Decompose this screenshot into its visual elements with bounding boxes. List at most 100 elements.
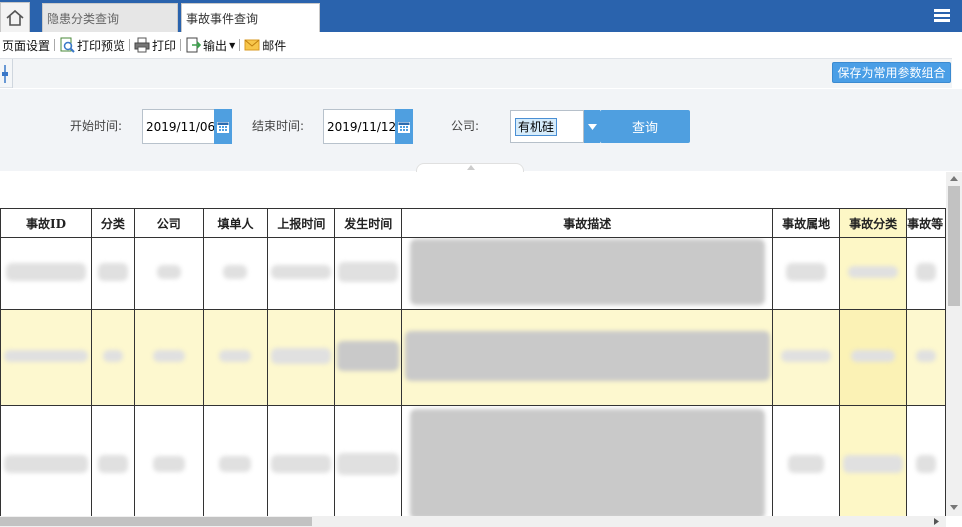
tab-hazard-category-query[interactable]: 隐患分类查询 bbox=[42, 3, 178, 32]
column-header[interactable]: 事故ID bbox=[0, 208, 92, 238]
table-cell-redacted bbox=[267, 309, 336, 406]
table-cell-redacted bbox=[906, 237, 946, 310]
column-header[interactable]: 填单人 bbox=[202, 208, 269, 238]
params-bar-content bbox=[12, 59, 952, 88]
table-cell-redacted bbox=[772, 309, 841, 406]
scroll-down-icon[interactable] bbox=[950, 505, 958, 510]
table-cell-redacted bbox=[906, 405, 946, 516]
params-bar bbox=[0, 58, 952, 88]
scroll-up-icon[interactable] bbox=[950, 176, 958, 181]
chevron-down-icon: ▼ bbox=[229, 40, 236, 50]
tab-label: 隐患分类查询 bbox=[47, 11, 120, 26]
table-cell-redacted bbox=[0, 309, 92, 406]
column-header[interactable]: 事故描述 bbox=[401, 208, 774, 238]
page-setup-button[interactable]: 页面设置 bbox=[0, 35, 52, 55]
mail-button[interactable]: 邮件 bbox=[242, 35, 288, 55]
scroll-right-icon[interactable] bbox=[934, 518, 939, 525]
app-window: 隐患分类查询 事故事件查询 页面设置 打印预览 打印 输出 ▼ 邮件 保存为常用… bbox=[0, 0, 962, 527]
column-header[interactable]: 事故等 bbox=[906, 208, 946, 238]
table-row[interactable] bbox=[0, 405, 946, 516]
table-cell-redacted bbox=[839, 405, 908, 516]
horizontal-scroll-thumb[interactable] bbox=[0, 517, 312, 526]
print-preview-icon bbox=[60, 37, 75, 53]
toolbar-divider bbox=[129, 39, 131, 51]
results-table: 事故ID 分类 公司 填单人 上报时间 发生时间 事故描述 事故属地 事故分类 … bbox=[0, 208, 946, 516]
vertical-scrollbar[interactable] bbox=[946, 172, 962, 516]
table-cell-redacted bbox=[334, 405, 403, 516]
column-header[interactable]: 上报时间 bbox=[267, 208, 336, 238]
start-date-field[interactable]: 2019/11/06 bbox=[142, 109, 216, 144]
print-label: 打印 bbox=[152, 38, 177, 53]
export-label: 输出 bbox=[203, 38, 228, 53]
column-header[interactable]: 公司 bbox=[133, 208, 204, 238]
table-cell-redacted bbox=[772, 237, 841, 310]
results-grid: 事故ID 分类 公司 填单人 上报时间 发生时间 事故描述 事故属地 事故分类 … bbox=[0, 172, 946, 516]
table-cell-redacted bbox=[839, 237, 908, 310]
chevron-down-icon bbox=[587, 123, 597, 130]
tab-accident-event-query[interactable]: 事故事件查询 bbox=[181, 3, 320, 32]
calendar-icon bbox=[217, 121, 229, 133]
table-cell-redacted bbox=[202, 309, 269, 406]
menu-icon[interactable] bbox=[934, 9, 950, 23]
print-preview-button[interactable]: 打印预览 bbox=[57, 35, 127, 55]
page-setup-label: 页面设置 bbox=[2, 38, 51, 53]
toolbar: 页面设置 打印预览 打印 输出 ▼ 邮件 bbox=[0, 32, 962, 58]
horizontal-scrollbar[interactable] bbox=[0, 516, 946, 527]
export-icon bbox=[186, 37, 202, 53]
toolbar-divider bbox=[239, 39, 241, 51]
toolbar-divider bbox=[54, 39, 56, 51]
start-time-label: 开始时间: bbox=[70, 119, 123, 133]
table-cell-redacted bbox=[401, 237, 774, 310]
chevron-up-icon bbox=[467, 165, 475, 170]
home-button[interactable] bbox=[0, 2, 30, 32]
start-date-picker-button[interactable] bbox=[214, 109, 232, 144]
table-cell-redacted bbox=[839, 309, 908, 406]
export-button[interactable]: 输出 ▼ bbox=[183, 35, 237, 55]
save-params-label: 保存为常用参数组合 bbox=[837, 66, 946, 80]
table-cell-redacted bbox=[90, 237, 135, 310]
query-button[interactable]: 查询 bbox=[600, 110, 690, 143]
end-date-picker-button[interactable] bbox=[395, 109, 413, 144]
table-row[interactable] bbox=[0, 237, 946, 310]
table-cell-redacted bbox=[401, 309, 774, 406]
table-cell-redacted bbox=[906, 309, 946, 406]
table-cell-redacted bbox=[202, 405, 269, 516]
table-cell-redacted bbox=[202, 237, 269, 310]
end-date-field[interactable]: 2019/11/12 bbox=[323, 109, 397, 144]
table-cell-redacted bbox=[267, 405, 336, 516]
print-preview-label: 打印预览 bbox=[77, 38, 126, 53]
table-cell-redacted bbox=[772, 405, 841, 516]
company-label: 公司: bbox=[451, 119, 480, 133]
table-cell-redacted bbox=[401, 405, 774, 516]
mail-label: 邮件 bbox=[262, 38, 287, 53]
mail-icon bbox=[244, 39, 260, 51]
end-date-value: 2019/11/12 bbox=[327, 119, 397, 134]
tab-bar: 隐患分类查询 事故事件查询 bbox=[0, 0, 962, 32]
company-select[interactable]: 有机硅 bbox=[510, 110, 584, 143]
print-button[interactable]: 打印 bbox=[132, 35, 178, 55]
column-header[interactable]: 事故属地 bbox=[772, 208, 841, 238]
tab-label: 事故事件查询 bbox=[186, 11, 259, 26]
company-dropdown-button[interactable] bbox=[584, 110, 600, 143]
table-row-selected[interactable] bbox=[0, 309, 946, 406]
start-date-value: 2019/11/06 bbox=[146, 119, 216, 134]
table-cell-redacted bbox=[334, 309, 403, 406]
column-header[interactable]: 分类 bbox=[90, 208, 135, 238]
home-icon bbox=[6, 9, 24, 26]
query-label: 查询 bbox=[631, 121, 658, 136]
splitter-handle-icon[interactable] bbox=[1, 65, 9, 83]
vertical-scroll-thumb[interactable] bbox=[948, 186, 960, 306]
table-cell-redacted bbox=[0, 405, 92, 516]
end-time-label: 结束时间: bbox=[252, 119, 305, 133]
table-cell-redacted bbox=[133, 237, 204, 310]
save-params-combo-button[interactable]: 保存为常用参数组合 bbox=[832, 62, 951, 83]
table-cell-redacted bbox=[133, 405, 204, 516]
company-selected-value: 有机硅 bbox=[515, 117, 558, 136]
column-header[interactable]: 事故分类 bbox=[839, 208, 908, 238]
table-header-row: 事故ID 分类 公司 填单人 上报时间 发生时间 事故描述 事故属地 事故分类 … bbox=[0, 208, 946, 238]
table-cell-redacted bbox=[267, 237, 336, 310]
toolbar-divider bbox=[180, 39, 182, 51]
column-header[interactable]: 发生时间 bbox=[334, 208, 403, 238]
table-cell-redacted bbox=[90, 405, 135, 516]
calendar-icon bbox=[398, 121, 410, 133]
